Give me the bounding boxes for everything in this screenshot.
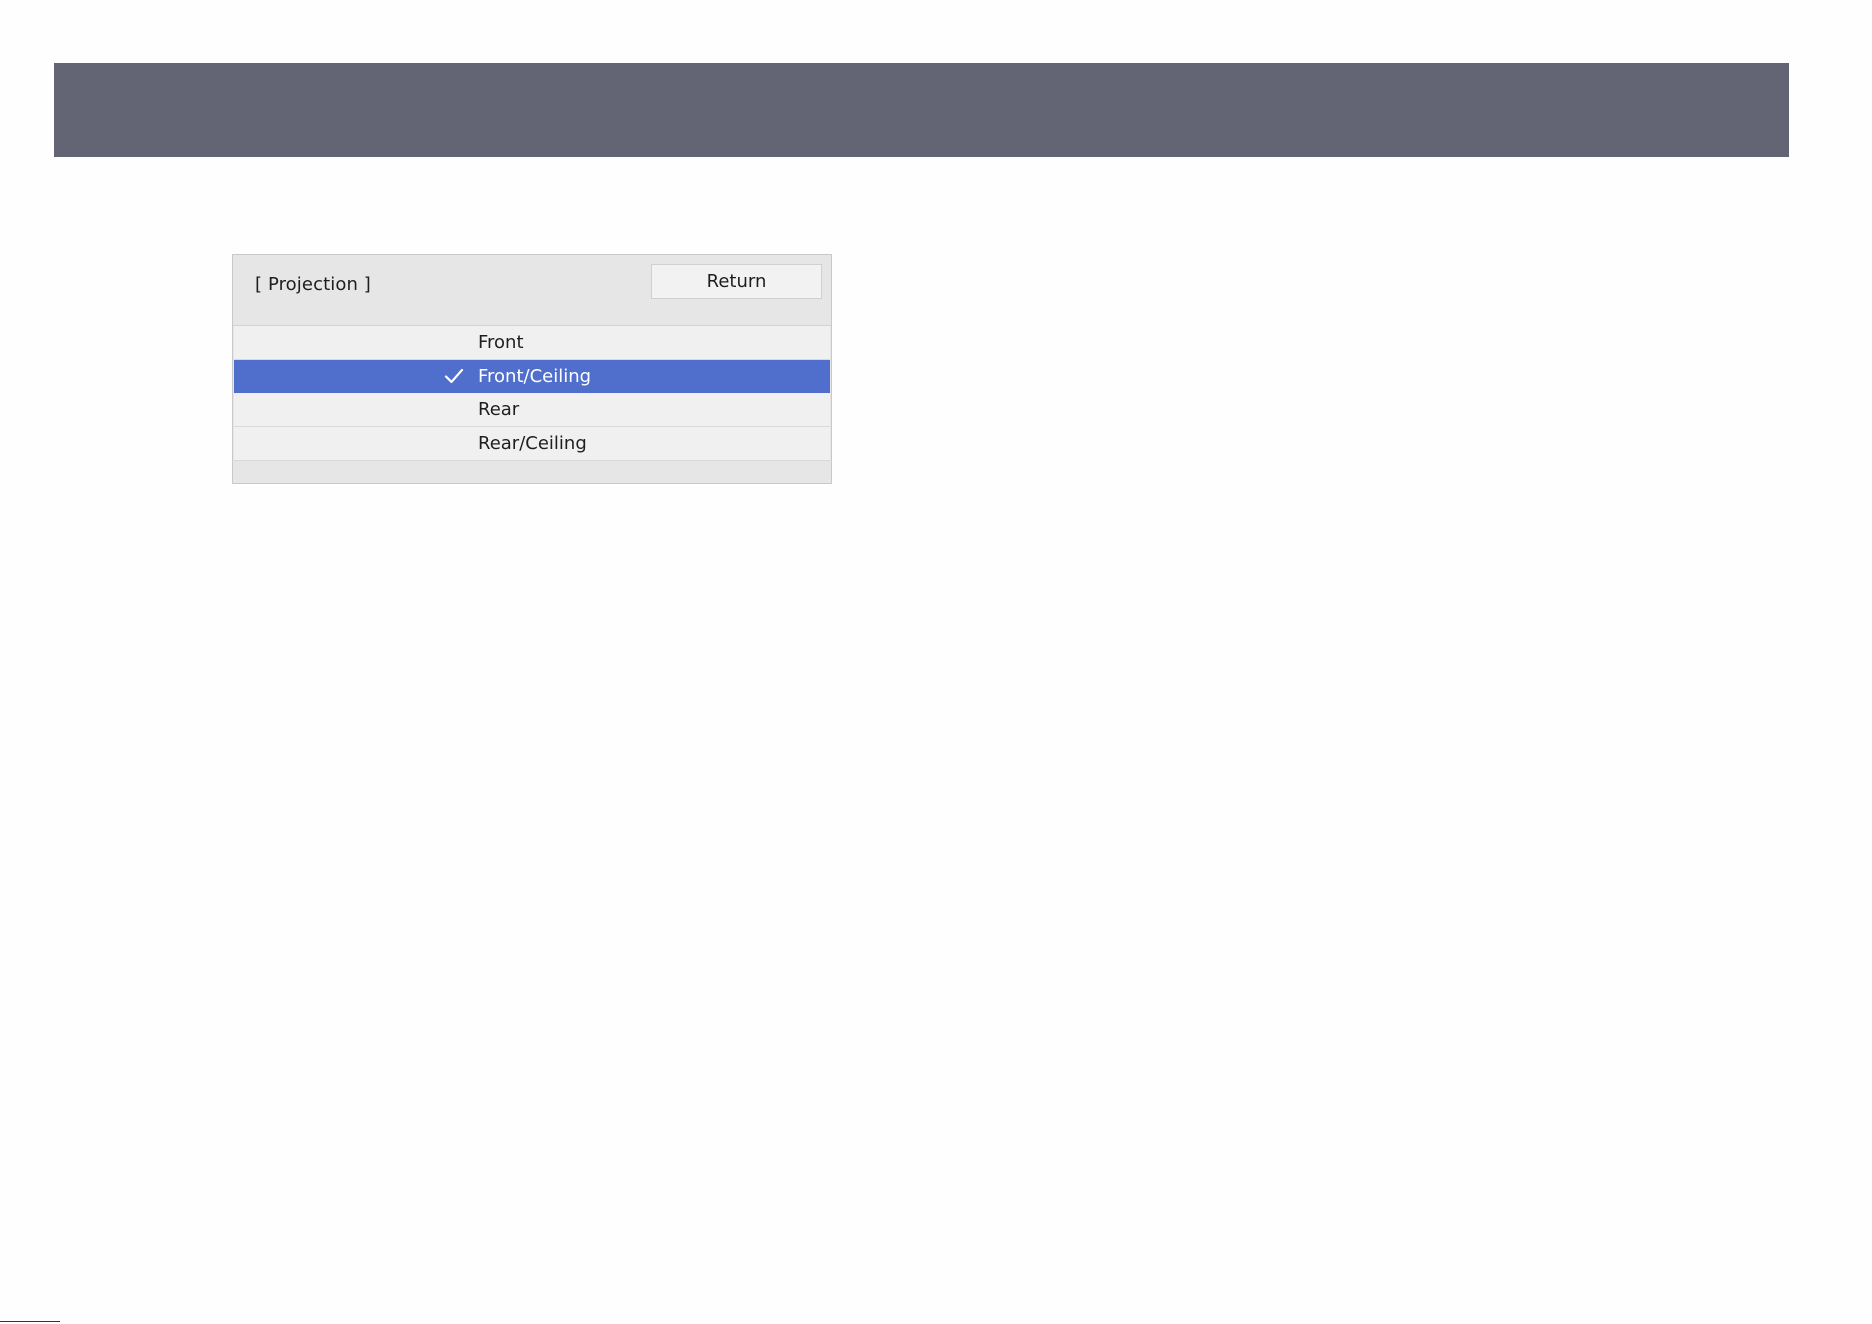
footer-divider: [0, 1321, 60, 1322]
return-button[interactable]: Return: [651, 264, 822, 299]
option-label: Front/Ceiling: [478, 366, 592, 387]
menu-title: [ Projection ]: [255, 274, 371, 295]
menu-footer: [234, 466, 830, 483]
option-list: Front Front/Ceiling Rear Rear/Ceiling: [234, 326, 830, 461]
checkmark-icon: [444, 368, 464, 384]
option-label: Rear: [478, 399, 520, 420]
option-label: Rear/Ceiling: [478, 433, 587, 454]
option-rear-ceiling[interactable]: Rear/Ceiling: [234, 427, 830, 461]
menu-header: [ Projection ] Return: [233, 255, 831, 326]
option-rear[interactable]: Rear: [234, 393, 830, 427]
option-label: Front: [478, 332, 524, 353]
header-bar: [54, 63, 1789, 157]
option-front[interactable]: Front: [234, 326, 830, 360]
projection-menu-panel: [ Projection ] Return Front Front/Ceilin…: [232, 254, 832, 484]
option-front-ceiling[interactable]: Front/Ceiling: [234, 360, 830, 393]
